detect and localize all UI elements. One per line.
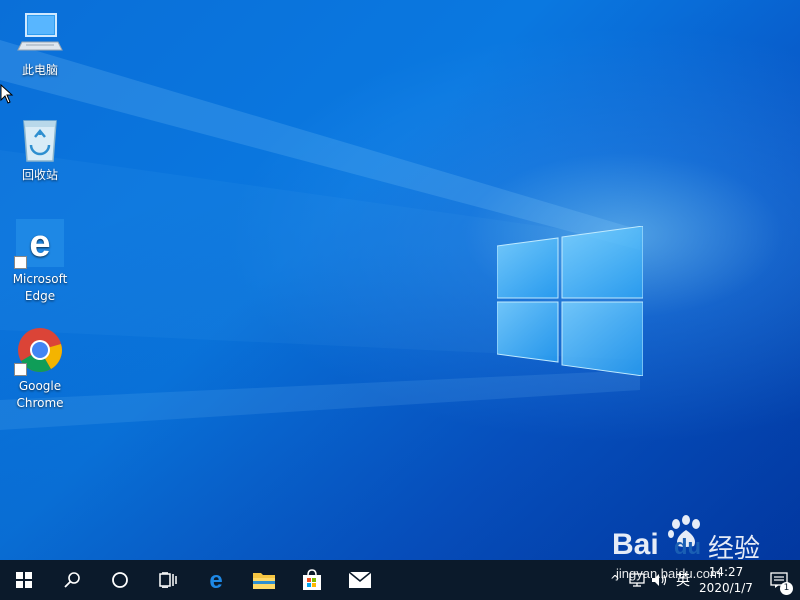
chrome-icon (14, 326, 64, 376)
store-button[interactable] (288, 560, 336, 600)
windows-start-icon (16, 572, 32, 588)
recycle-bin-icon (16, 115, 64, 163)
input-method-button[interactable]: 英 (672, 560, 694, 600)
mouse-cursor-icon (0, 84, 14, 104)
search-button[interactable] (48, 560, 96, 600)
volume-button[interactable] (648, 560, 672, 600)
clock-button[interactable]: 14:27 2020/1/7 (694, 560, 758, 600)
network-button[interactable] (626, 560, 648, 600)
start-button[interactable] (0, 560, 48, 600)
desktop-icon-label-line2: Edge (24, 289, 56, 303)
svg-text:e: e (29, 223, 50, 265)
desktop-icon-label-line1: Google (18, 379, 62, 393)
mail-icon (348, 571, 372, 588)
windows-wallpaper-logo (497, 226, 643, 376)
show-hidden-icons-button[interactable]: ^ (604, 560, 626, 600)
clock-date: 2020/1/7 (699, 581, 753, 595)
cortana-circle-icon (112, 572, 128, 588)
file-explorer-button[interactable] (240, 560, 288, 600)
desktop-icon-label: 回收站 (21, 168, 58, 182)
task-view-icon (159, 572, 177, 588)
shortcut-arrow-icon (14, 256, 27, 269)
ime-label: 英 (676, 573, 690, 589)
cortana-button[interactable] (96, 560, 144, 600)
taskbar: e ^ 英 14:27 2020/1/7 1 (0, 560, 800, 600)
svg-text:e: e (209, 568, 222, 592)
search-icon (64, 572, 80, 588)
taskbar-edge-button[interactable]: e (192, 560, 240, 600)
folder-icon (253, 573, 275, 589)
desktop[interactable]: 此电脑 回收站 e Microsoft Edge Google Chrome (0, 0, 800, 560)
clock-time: 14:27 (708, 565, 744, 579)
store-bag-icon (303, 569, 321, 590)
volume-icon (652, 574, 667, 586)
desktop-icon-google-chrome[interactable]: Google Chrome (0, 326, 80, 412)
shortcut-arrow-icon (14, 363, 27, 376)
system-tray: ^ 英 14:27 2020/1/7 1 (604, 560, 800, 600)
chevron-up-icon: ^ (609, 573, 621, 587)
network-icon (629, 573, 645, 587)
action-center-button[interactable]: 1 (758, 560, 800, 600)
edge-icon: e (14, 219, 64, 269)
desktop-icon-this-pc[interactable]: 此电脑 (0, 10, 80, 79)
edge-icon: e (209, 568, 222, 592)
notification-count-badge: 1 (780, 582, 793, 595)
wallpaper-light-beams (0, 40, 640, 430)
task-view-button[interactable] (144, 560, 192, 600)
desktop-icon-recycle-bin[interactable]: 回收站 (0, 115, 80, 184)
desktop-icon-label-line1: Microsoft (12, 272, 68, 286)
mail-button[interactable] (336, 560, 384, 600)
desktop-icon-label: 此电脑 (21, 63, 58, 77)
desktop-icon-label-line2: Chrome (16, 396, 64, 410)
this-pc-icon (16, 10, 64, 58)
desktop-icon-microsoft-edge[interactable]: e Microsoft Edge (0, 219, 80, 305)
